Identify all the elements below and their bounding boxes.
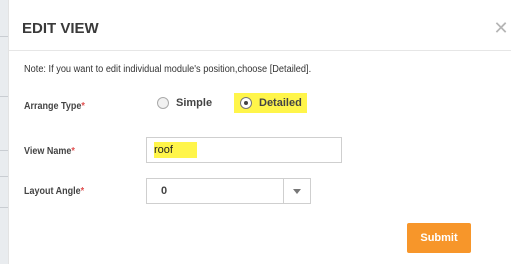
dialog-header: EDIT VIEW ✕ <box>9 0 511 51</box>
required-mark: * <box>80 186 85 197</box>
required-mark: * <box>71 146 75 157</box>
required-mark: * <box>81 101 85 112</box>
dropdown-toggle[interactable] <box>283 179 310 203</box>
view-name-label: View Name* <box>24 146 75 157</box>
view-name-value: roof <box>154 142 197 158</box>
arrange-type-label: Arrange Type* <box>24 101 85 112</box>
dialog-title: EDIT VIEW <box>22 20 99 37</box>
radio-detailed[interactable]: Detailed <box>234 93 307 113</box>
edit-view-dialog: EDIT VIEW ✕ Note: If you want to edit in… <box>8 0 511 264</box>
chevron-down-icon <box>293 188 301 194</box>
layout-angle-value: 0 <box>161 185 168 197</box>
radio-detailed-label: Detailed <box>259 97 302 109</box>
close-icon[interactable]: ✕ <box>491 18 511 38</box>
view-name-input[interactable]: roof <box>146 137 342 163</box>
radio-simple-label: Simple <box>176 97 213 109</box>
radio-detailed-circle[interactable] <box>240 97 252 109</box>
layout-angle-label: Layout Angle* <box>24 186 85 197</box>
layout-angle-select[interactable]: 0 <box>146 178 311 204</box>
submit-button[interactable]: Submit <box>407 223 471 253</box>
instruction-note: Note: If you want to edit individual mod… <box>24 64 312 75</box>
radio-simple-circle[interactable] <box>157 97 169 109</box>
radio-simple[interactable]: Simple <box>157 97 212 109</box>
